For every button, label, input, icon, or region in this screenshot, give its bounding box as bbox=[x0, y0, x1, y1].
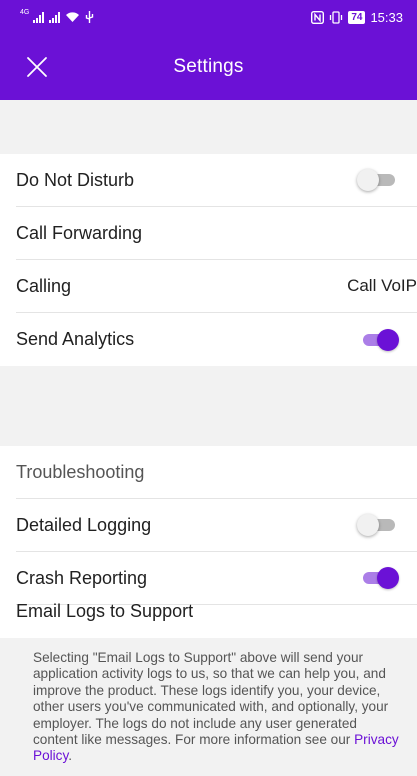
send-analytics-label: Send Analytics bbox=[16, 329, 135, 349]
setting-row-call-forwarding[interactable]: Call Forwarding bbox=[16, 207, 417, 260]
call-forwarding-label: Call Forwarding bbox=[16, 222, 143, 243]
do-not-disturb-label: Do Not Disturb bbox=[16, 169, 135, 190]
section-spacer-top bbox=[0, 100, 417, 154]
detailed-logging-label: Detailed Logging bbox=[16, 514, 152, 535]
disclaimer-end: . bbox=[68, 748, 73, 764]
setting-row-detailed-logging[interactable]: Detailed Logging bbox=[16, 499, 417, 552]
setting-row-calling[interactable]: Calling Call VoIP bbox=[16, 260, 417, 313]
status-time: 15:33 bbox=[370, 9, 403, 25]
network-type-label: 4G bbox=[20, 9, 30, 16]
status-bar-right: 74 15:33 bbox=[311, 10, 403, 25]
setting-row-do-not-disturb[interactable]: Do Not Disturb bbox=[16, 154, 417, 207]
troubleshooting-header: Troubleshooting bbox=[16, 446, 417, 499]
nfc-icon bbox=[311, 10, 325, 24]
signal-icon bbox=[33, 11, 45, 23]
disclaimer-text: Selecting "Email Logs to Support" above … bbox=[33, 650, 389, 748]
status-bar-left: 4G bbox=[20, 9, 94, 23]
setting-row-email-logs[interactable]: Email Logs to Support bbox=[16, 585, 417, 638]
usb-icon bbox=[86, 11, 94, 23]
calling-label: Calling bbox=[16, 275, 72, 296]
email-logs-label: Email Logs to Support bbox=[16, 601, 194, 621]
section-spacer-middle bbox=[0, 366, 417, 446]
send-analytics-toggle[interactable] bbox=[361, 328, 399, 351]
troubleshooting-header-label: Troubleshooting bbox=[16, 461, 145, 482]
signal-icon-secondary bbox=[49, 11, 61, 23]
wifi-icon bbox=[66, 12, 80, 22]
email-logs-disclaimer: Selecting "Email Logs to Support" above … bbox=[0, 638, 417, 776]
vibrate-icon bbox=[330, 10, 343, 24]
detailed-logging-toggle[interactable] bbox=[357, 514, 397, 536]
status-bar: 4G 74 15:33 bbox=[0, 0, 417, 34]
setting-row-send-analytics[interactable]: Send Analytics bbox=[16, 313, 417, 366]
do-not-disturb-toggle[interactable] bbox=[357, 169, 397, 191]
calling-value: Call VoIP bbox=[347, 276, 417, 295]
page-title: Settings bbox=[173, 56, 244, 77]
app-bar: Settings bbox=[0, 34, 417, 100]
battery-icon: 74 bbox=[348, 10, 366, 24]
